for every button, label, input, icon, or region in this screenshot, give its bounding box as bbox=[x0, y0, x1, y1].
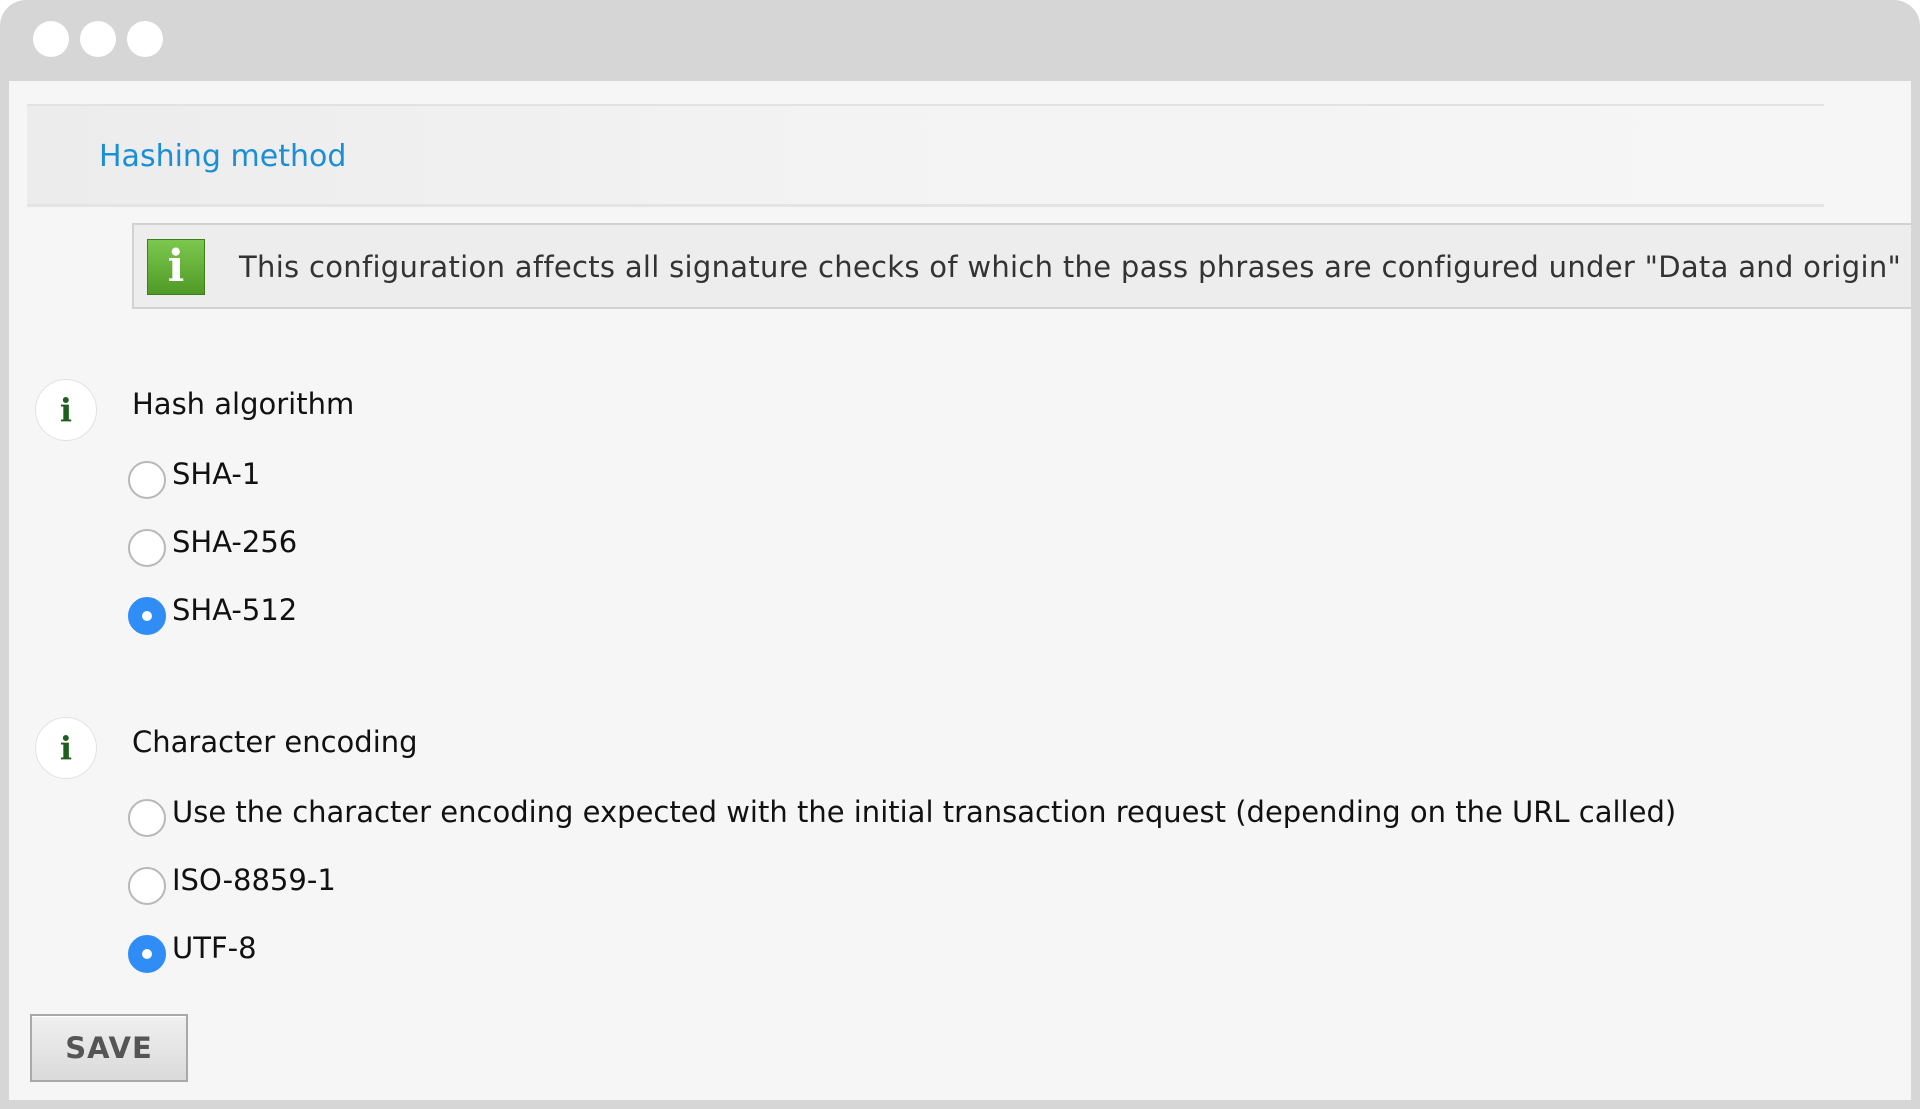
info-icon: i bbox=[147, 239, 205, 295]
radio-label: ISO-8859-1 bbox=[172, 863, 336, 897]
radio-button[interactable] bbox=[128, 461, 166, 499]
info-notice: i This configuration affects all signatu… bbox=[132, 223, 1911, 309]
section-title: Hashing method bbox=[99, 139, 347, 174]
notice-text: This configuration affects all signature… bbox=[239, 250, 1902, 284]
radio-button[interactable] bbox=[128, 867, 166, 905]
radio-button-selected[interactable] bbox=[128, 597, 166, 635]
radio-label: SHA-1 bbox=[172, 457, 261, 491]
radio-label: SHA-256 bbox=[172, 525, 298, 559]
character-encoding-label: Character encoding bbox=[132, 725, 418, 759]
radio-button[interactable] bbox=[128, 529, 166, 567]
radio-label: UTF-8 bbox=[172, 931, 257, 965]
window-minimize-dot[interactable] bbox=[80, 21, 116, 57]
window-maximize-dot[interactable] bbox=[127, 21, 163, 57]
hash-algorithm-help-icon[interactable]: i bbox=[35, 379, 97, 441]
radio-label: Use the character encoding expected with… bbox=[172, 795, 1677, 829]
radio-button[interactable] bbox=[128, 799, 166, 837]
page-content: Hashing method i This configuration affe… bbox=[9, 81, 1911, 1100]
radio-button-selected[interactable] bbox=[128, 935, 166, 973]
window-titlebar bbox=[0, 0, 1920, 81]
radio-label: SHA-512 bbox=[172, 593, 298, 627]
section-header: Hashing method bbox=[27, 104, 1824, 207]
browser-window: Hashing method i This configuration affe… bbox=[0, 0, 1920, 1109]
save-button[interactable]: SAVE bbox=[30, 1014, 188, 1082]
character-encoding-help-icon[interactable]: i bbox=[35, 717, 97, 779]
hash-algorithm-label: Hash algorithm bbox=[132, 387, 355, 421]
window-close-dot[interactable] bbox=[33, 21, 69, 57]
